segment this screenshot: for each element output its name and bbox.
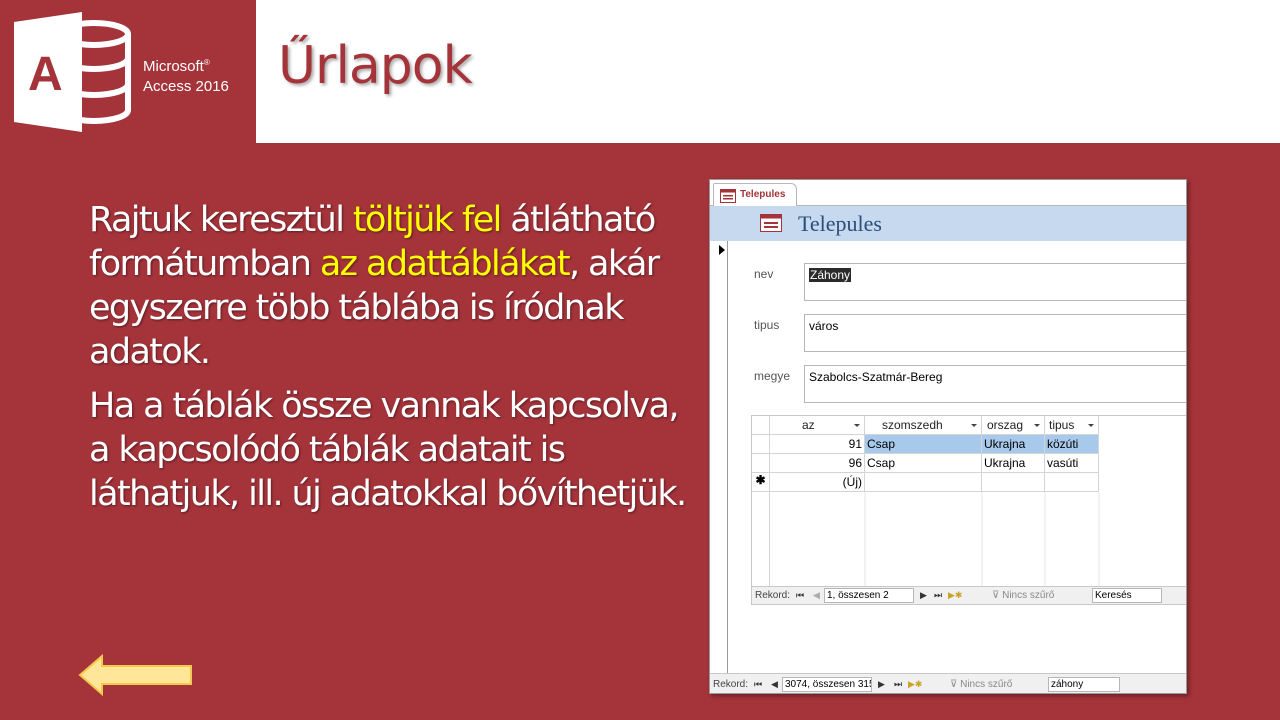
- form-icon: [760, 214, 782, 232]
- previous-record-icon[interactable]: ◀: [813, 590, 820, 601]
- filter-icon: ⊽: [950, 679, 958, 690]
- cell-szomszedh[interactable]: Csap: [865, 454, 982, 473]
- no-filter-indicator[interactable]: ⊽ Nincs szűrő: [992, 590, 1054, 601]
- dropdown-icon: [1088, 424, 1094, 427]
- access-brand-text: Microsoft® Access 2016: [143, 58, 229, 95]
- first-record-icon[interactable]: ⏮: [796, 590, 804, 601]
- datasheet-empty-area: [864, 492, 1100, 586]
- form-header: Telepules: [710, 206, 1186, 241]
- dropdown-icon: [971, 424, 977, 427]
- paragraph-2: Ha a táblák össze vannak kapcsolva, a ka…: [89, 386, 687, 514]
- cell-az[interactable]: 91: [770, 435, 865, 454]
- slide-header: A Microsoft® Access 2016 Űrlapok: [0, 0, 1280, 143]
- row-selector[interactable]: [752, 435, 770, 454]
- dropdown-icon: [1034, 424, 1040, 427]
- svg-text:A: A: [28, 48, 63, 101]
- record-position-field[interactable]: 1, összesen 2: [824, 588, 914, 603]
- access-logo-icon: A: [14, 12, 131, 132]
- nev-field[interactable]: Záhony: [804, 263, 1186, 301]
- new-record-nav-icon[interactable]: ▶✱: [948, 590, 962, 601]
- field-label-megye: megye: [754, 369, 791, 383]
- current-record-arrow-icon: [719, 245, 725, 255]
- paragraph-1: Rajtuk keresztül töltjük fel átlátható f…: [89, 200, 660, 372]
- record-selector[interactable]: [710, 241, 728, 673]
- next-record-icon[interactable]: ▶: [920, 590, 927, 601]
- select-all-corner[interactable]: [752, 416, 770, 435]
- last-record-icon[interactable]: ⏭: [934, 590, 942, 601]
- cell-new[interactable]: [865, 473, 982, 492]
- new-record-nav-icon[interactable]: ▶✱: [908, 679, 922, 690]
- subform-datasheet: az szomszedh orszag tipus 91 Csap Ukrajn…: [751, 415, 1186, 605]
- column-header-tipus[interactable]: tipus: [1045, 416, 1099, 435]
- nav-label: Rekord:: [713, 679, 749, 690]
- record-position-field[interactable]: 3074, összesen 315: [782, 677, 872, 692]
- filter-icon: ⊽: [992, 590, 1000, 601]
- form-title: Telepules: [798, 211, 882, 236]
- highlight-text: az adattáblákat: [319, 244, 571, 284]
- row-selector[interactable]: [752, 454, 770, 473]
- tipus-field[interactable]: város: [804, 314, 1186, 352]
- search-input[interactable]: záhony: [1048, 677, 1120, 692]
- cell-new[interactable]: [1045, 473, 1099, 492]
- subform-navigation-bar: Rekord: ⏮ ◀ 1, összesen 2 ▶ ⏭ ▶✱ ⊽ Nincs…: [752, 586, 1186, 604]
- form-icon: [720, 189, 736, 203]
- search-input[interactable]: Keresés: [1092, 588, 1162, 603]
- row-selector-column: [769, 492, 770, 586]
- nav-label: Rekord:: [755, 590, 791, 601]
- access-form-window: Telepules Telepules nev Záhony tipus vár…: [709, 179, 1187, 694]
- main-navigation-bar: Rekord: ⏮ ◀ 3074, összesen 315 ▶ ⏭ ▶✱ ⊽ …: [710, 673, 1186, 693]
- first-record-icon[interactable]: ⏮: [754, 679, 762, 690]
- cell-new[interactable]: [982, 473, 1045, 492]
- column-header-orszag[interactable]: orszag: [982, 416, 1045, 435]
- field-label-tipus: tipus: [754, 318, 780, 332]
- dropdown-icon: [854, 424, 860, 427]
- cell-az[interactable]: 96: [770, 454, 865, 473]
- cell-tipus[interactable]: vasúti: [1045, 454, 1099, 473]
- column-header-szomszedh[interactable]: szomszedh: [865, 416, 982, 435]
- cell-tipus[interactable]: közúti: [1045, 435, 1099, 454]
- last-record-icon[interactable]: ⏭: [894, 679, 902, 690]
- column-header-az[interactable]: az: [770, 416, 865, 435]
- access-logo: A Microsoft® Access 2016: [0, 0, 256, 143]
- page-title: Űrlapok: [278, 36, 473, 96]
- previous-record-icon[interactable]: ◀: [771, 679, 778, 690]
- megye-field[interactable]: Szabolcs-Szatmár-Bereg: [804, 365, 1186, 403]
- no-filter-indicator[interactable]: ⊽ Nincs szűrő: [950, 679, 1012, 690]
- field-label-nev: nev: [754, 267, 774, 281]
- cell-szomszedh[interactable]: Csap: [865, 435, 982, 454]
- cell-orszag[interactable]: Ukrajna: [982, 454, 1045, 473]
- cell-new-az[interactable]: (Új): [770, 473, 865, 492]
- highlight-text: töltjük fel: [352, 200, 502, 240]
- back-arrow-icon[interactable]: [78, 654, 194, 696]
- tab-telepules[interactable]: Telepules: [713, 183, 797, 207]
- new-record-icon[interactable]: ✱: [752, 473, 770, 492]
- cell-orszag[interactable]: Ukrajna: [982, 435, 1045, 454]
- document-tabstrip: Telepules: [710, 180, 1186, 207]
- next-record-icon[interactable]: ▶: [878, 679, 885, 690]
- slide-body-text: Rajtuk keresztül töltjük fel átlátható f…: [89, 198, 689, 526]
